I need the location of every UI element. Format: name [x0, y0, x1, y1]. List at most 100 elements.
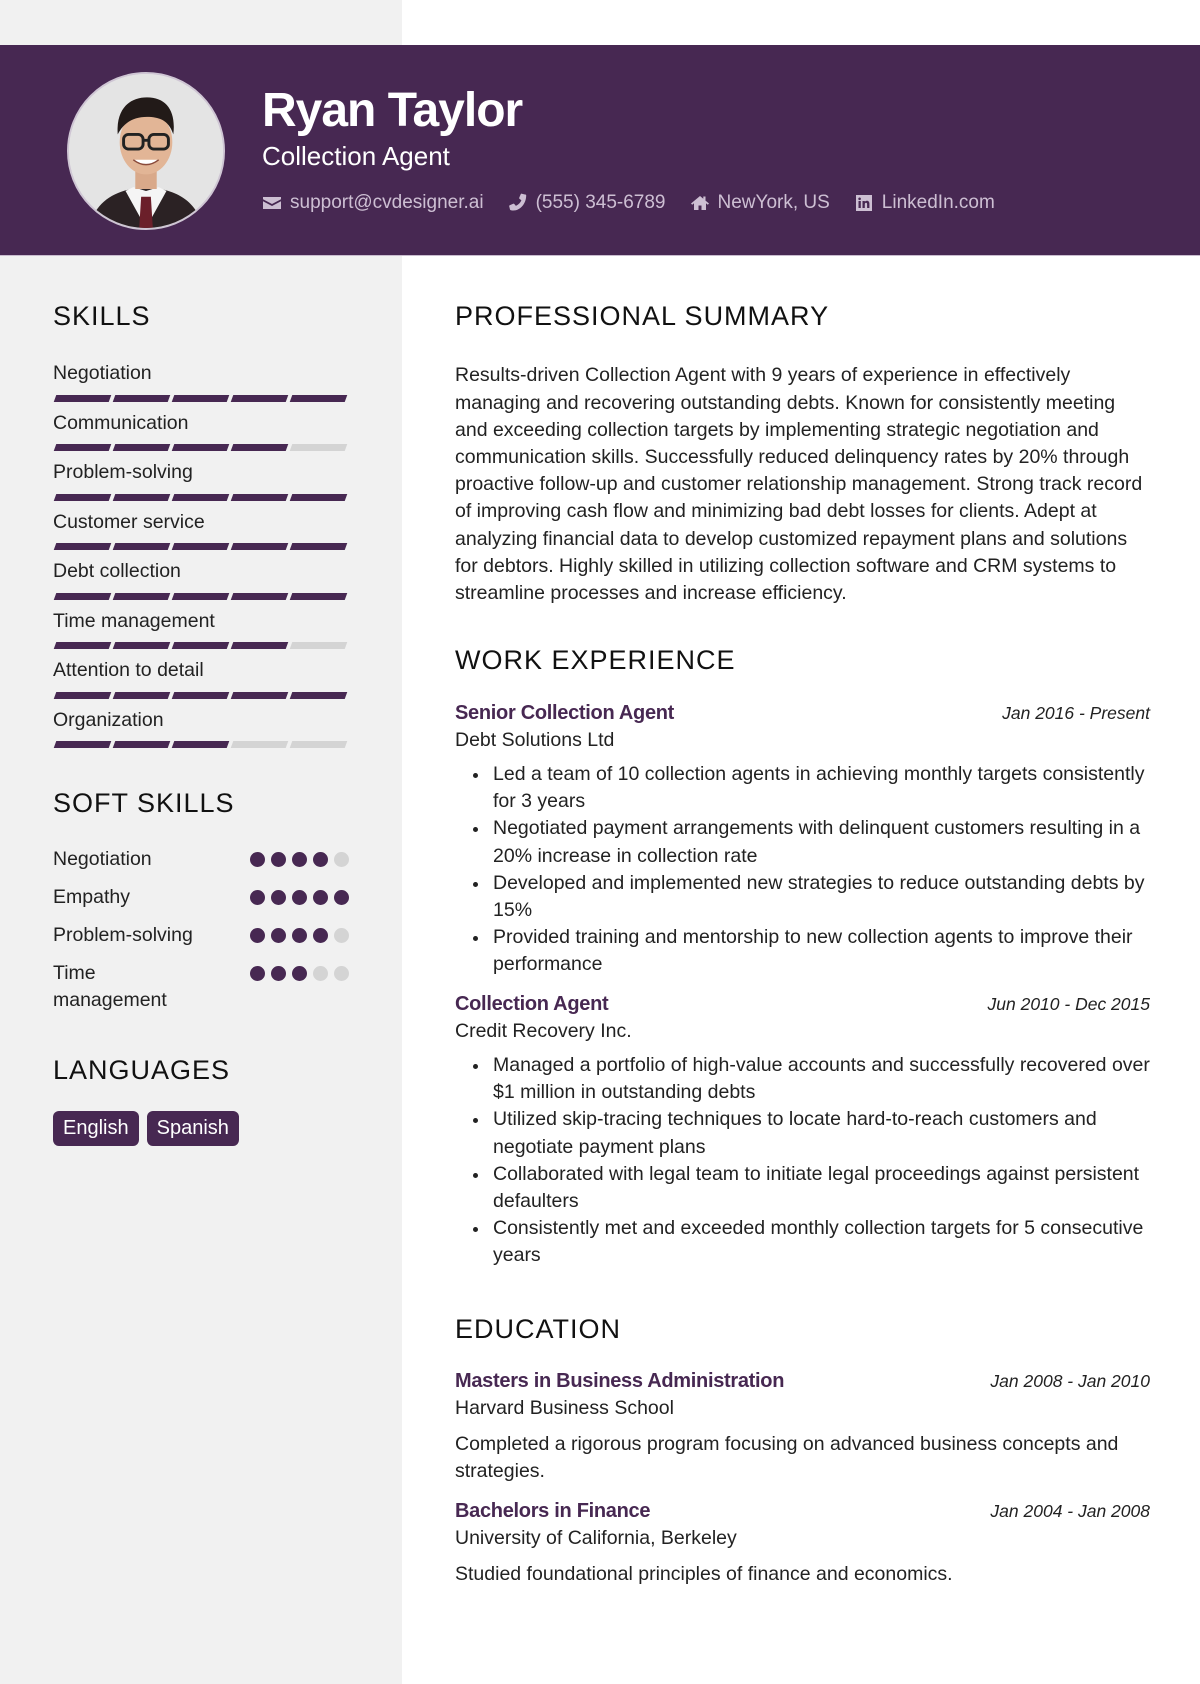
skill-item: Problem-solving: [53, 461, 353, 511]
skill-label: Debt collection: [53, 560, 181, 583]
skill-segment-filled: [230, 592, 289, 600]
soft-skill-rating: [250, 884, 349, 905]
soft-skills-heading: SOFT SKILLS: [53, 788, 235, 819]
rating-dot-filled: [334, 889, 349, 905]
contact-phone[interactable]: (555) 345-6789: [508, 192, 666, 214]
rating-dot-filled: [292, 889, 307, 905]
person-avatar-icon: [69, 74, 223, 228]
soft-skill-item: Time management: [53, 960, 349, 1014]
skill-label: Organization: [53, 708, 164, 731]
skill-segment-filled: [112, 691, 171, 699]
job-bullets: Managed a portfolio of high-value accoun…: [455, 1052, 1150, 1270]
education-school: Harvard Business School: [455, 1396, 674, 1419]
skill-segment-filled: [289, 592, 348, 600]
education-degree: Bachelors in Finance: [455, 1499, 651, 1522]
rating-dot-filled: [313, 851, 328, 867]
education-entry: Masters in Business Administration Jan 20…: [455, 1370, 1150, 1486]
skill-segment-filled: [112, 642, 171, 650]
job-bullet: Developed and implemented new strategies…: [473, 870, 1150, 924]
skill-segment-filled: [171, 691, 230, 699]
education-description: Studied foundational principles of finan…: [455, 1563, 953, 1586]
rating-dot-filled: [292, 851, 307, 867]
skill-segment-empty: [230, 741, 289, 749]
skill-segment-filled: [171, 543, 230, 551]
job-bullet: Managed a portfolio of high-value accoun…: [473, 1052, 1150, 1106]
skill-segment-filled: [53, 741, 112, 749]
job-bullet: Negotiated payment arrangements with del…: [473, 815, 1150, 869]
soft-skill-item: Problem-solving: [53, 922, 349, 949]
job-role: Collection Agent: [455, 992, 609, 1015]
skill-segment-empty: [289, 642, 348, 650]
skill-segment-filled: [53, 691, 112, 699]
rating-dot-empty: [334, 965, 349, 981]
job-header: Senior Collection Agent Jan 2016 - Presen…: [455, 702, 1150, 725]
skill-label: Time management: [53, 609, 215, 632]
education-entry: Bachelors in Finance Jan 2004 - Jan 2008 U…: [455, 1500, 1150, 1589]
skill-segment-filled: [230, 394, 289, 402]
rating-dot-empty: [334, 851, 349, 867]
contact-email-text: support@cvdesigner.ai: [290, 192, 484, 213]
skill-segment-filled: [230, 543, 289, 551]
skill-item: Organization: [53, 709, 353, 759]
skill-item: Communication: [53, 412, 353, 462]
contact-email[interactable]: support@cvdesigner.ai: [262, 192, 484, 214]
soft-skill-label: Empathy: [53, 885, 130, 908]
experience-list: Senior Collection Agent Jan 2016 - Presen…: [455, 702, 1150, 1270]
main-content: PROFESSIONAL SUMMARY Results-driven Coll…: [455, 300, 1150, 1588]
skill-item: Attention to detail: [53, 659, 353, 709]
language-badge: Spanish: [146, 1111, 239, 1147]
skill-segment-filled: [171, 741, 230, 749]
contact-linkedin[interactable]: LinkedIn.com: [854, 192, 995, 214]
job-bullet: Collaborated with legal team to initiate…: [473, 1161, 1150, 1215]
skill-level-bar: [53, 642, 353, 650]
languages-heading: LANGUAGES: [53, 1054, 231, 1085]
skill-item: Customer service: [53, 511, 353, 561]
resume-header: Ryan Taylor Collection Agent support@cvd…: [0, 45, 1200, 256]
rating-dot-empty: [313, 965, 328, 981]
home-icon: [690, 196, 709, 210]
education-dates: Jan 2008 - Jan 2010: [990, 1370, 1150, 1391]
language-badge: English: [53, 1111, 139, 1147]
education-dates: Jan 2004 - Jan 2008: [990, 1500, 1150, 1521]
skill-item: Debt collection: [53, 560, 353, 610]
skill-segment-filled: [112, 444, 171, 452]
job-bullet: Provided training and mentorship to new …: [473, 924, 1150, 978]
candidate-name: Ryan Taylor: [262, 84, 523, 137]
soft-skill-label: Negotiation: [53, 847, 152, 870]
job-bullet: Consistently met and exceeded monthly co…: [473, 1215, 1150, 1269]
rating-dot-filled: [250, 851, 265, 867]
soft-skill-item: Empathy: [53, 884, 349, 911]
skill-segment-filled: [53, 642, 112, 650]
skill-label: Customer service: [53, 510, 205, 533]
skills-heading: SKILLS: [53, 301, 151, 331]
soft-skill-item: Negotiation: [53, 846, 349, 873]
job-dates: Jun 2010 - Dec 2015: [987, 993, 1150, 1014]
skill-segment-filled: [171, 444, 230, 452]
skill-segment-filled: [289, 543, 348, 551]
skill-segment-empty: [289, 444, 348, 452]
job-bullet: Utilized skip-tracing techniques to loca…: [473, 1106, 1150, 1160]
languages-list: English Spanish: [53, 1111, 353, 1147]
skill-level-bar: [53, 543, 353, 551]
soft-skill-rating: [250, 922, 349, 943]
contact-list: support@cvdesigner.ai (555) 345-6789 New…: [262, 192, 995, 214]
job-company: Credit Recovery Inc.: [455, 1019, 632, 1042]
job-dates: Jan 2016 - Present: [1002, 702, 1150, 723]
rating-dot-filled: [292, 927, 307, 943]
summary-heading: PROFESSIONAL SUMMARY: [455, 301, 830, 331]
contact-phone-text: (555) 345-6789: [535, 192, 666, 213]
skill-segment-filled: [289, 493, 348, 501]
job-entry: Collection Agent Jun 2010 - Dec 2015 Credi…: [455, 993, 1150, 1270]
soft-skill-label: Problem-solving: [53, 923, 193, 946]
skill-item: Time management: [53, 610, 353, 660]
skill-segment-filled: [171, 592, 230, 600]
skill-segment-filled: [53, 444, 112, 452]
rating-dot-filled: [271, 965, 286, 981]
envelope-icon: [263, 197, 281, 209]
skill-segment-filled: [112, 543, 171, 551]
skill-segment-filled: [53, 394, 112, 402]
rating-dot-filled: [250, 927, 265, 943]
summary-text: Results-driven Collection Agent with 9 y…: [455, 364, 1143, 605]
skill-segment-filled: [53, 493, 112, 501]
rating-dot-filled: [250, 965, 265, 981]
